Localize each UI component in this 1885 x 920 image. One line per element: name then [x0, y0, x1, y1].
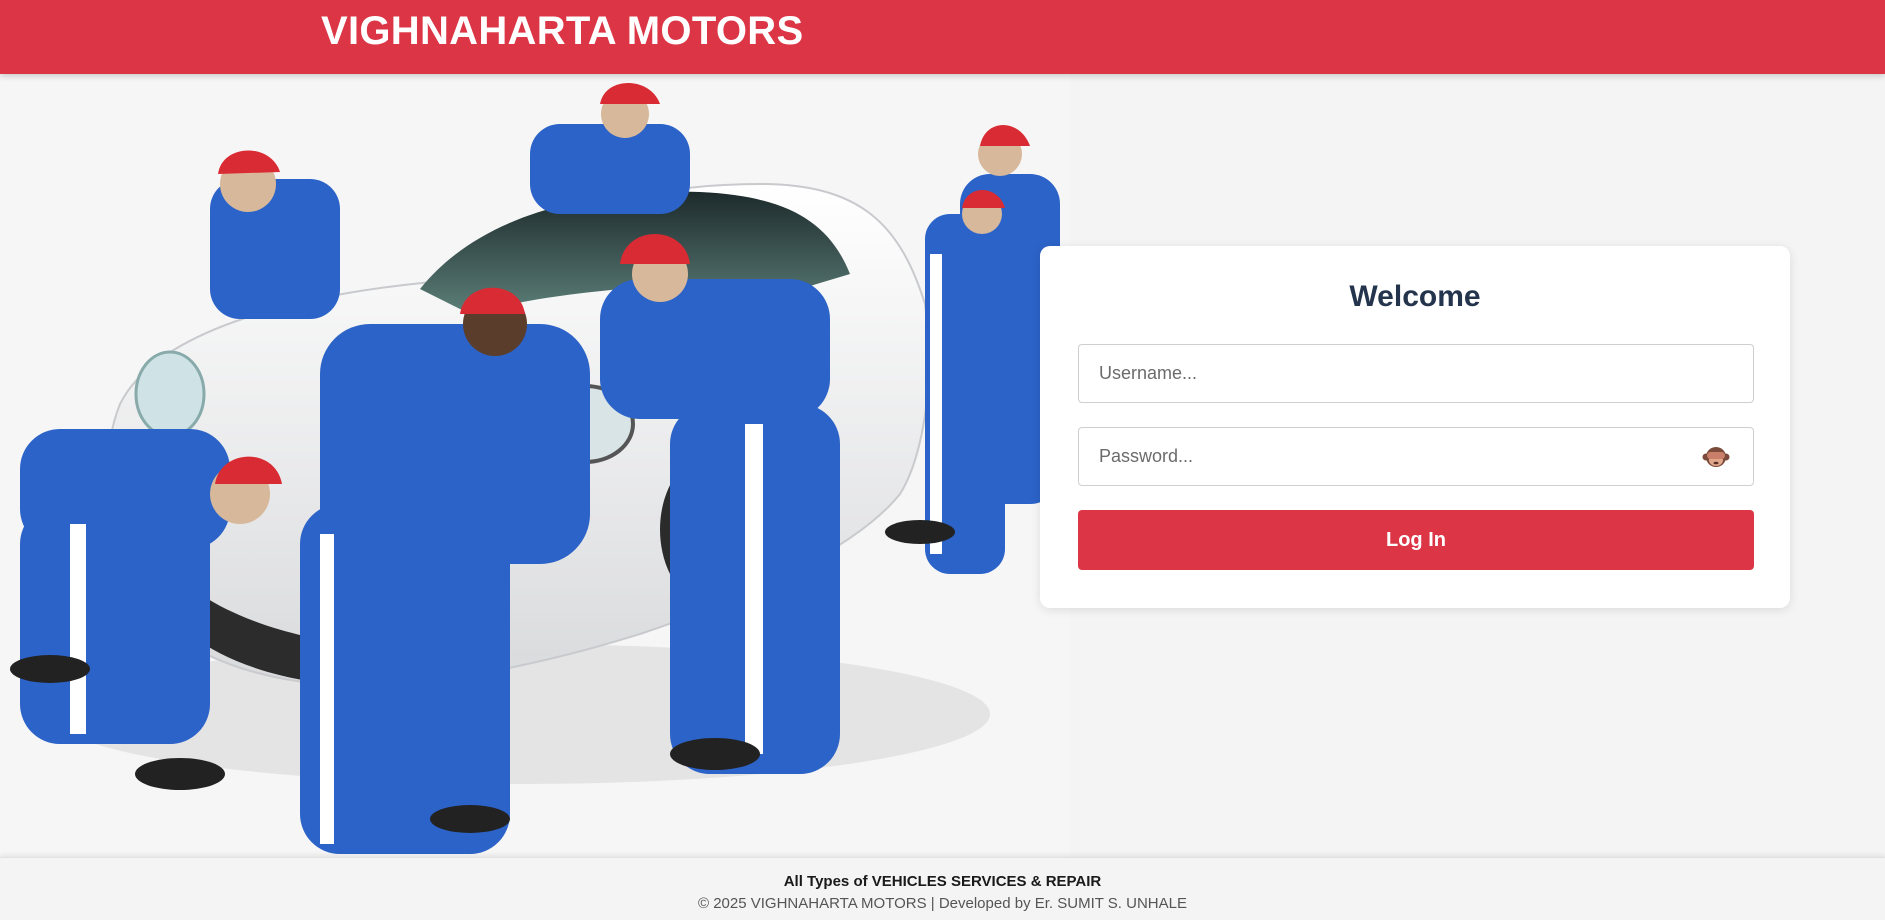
login-button[interactable]: Log In	[1078, 510, 1754, 570]
top-bar: VIGHNAHARTA MOTORS	[0, 0, 1885, 74]
hero-image	[0, 74, 1070, 857]
footer: All Types of VEHICLES SERVICES & REPAIR …	[0, 857, 1885, 920]
see-no-evil-monkey-icon[interactable]	[1702, 444, 1730, 470]
username-input[interactable]	[1078, 344, 1754, 403]
brand-title: VIGHNAHARTA MOTORS	[321, 9, 804, 53]
footer-copyright: © 2025 VIGHNAHARTA MOTORS | Developed by…	[697, 895, 1187, 912]
login-card: Welcome Log In	[1040, 246, 1790, 608]
footer-tagline: All Types of VEHICLES SERVICES & REPAIR	[783, 873, 1102, 890]
login-title: Welcome	[1349, 280, 1481, 313]
password-input[interactable]	[1078, 427, 1754, 486]
hero-illustration	[0, 74, 1070, 857]
